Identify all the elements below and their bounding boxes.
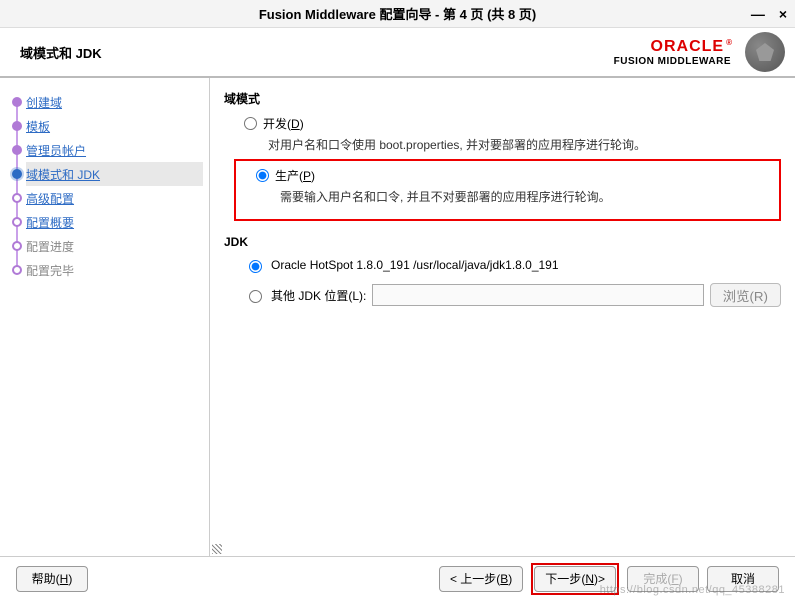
- jdk-heading: JDK: [224, 235, 781, 249]
- step-dot-icon: [12, 241, 22, 251]
- prod-mode-highlight: 生产(P) 需要输入用户名和口令, 并且不对要部署的应用程序进行轮询。: [234, 159, 781, 221]
- step-dot-icon: [12, 265, 22, 275]
- jdk-oracle-label: Oracle HotSpot 1.8.0_191 /usr/local/java…: [271, 258, 559, 272]
- step-dot-icon: [12, 169, 22, 179]
- finish-button[interactable]: 完成(F): [627, 566, 699, 592]
- jdk-other-radio[interactable]: [249, 290, 262, 303]
- dev-mode-desc: 对用户名和口令使用 boot.properties, 并对要部署的应用程序进行轮…: [268, 136, 781, 153]
- sidebar-step-label: 配置完毕: [26, 262, 74, 279]
- prod-mode-desc: 需要输入用户名和口令, 并且不对要部署的应用程序进行轮询。: [280, 188, 771, 205]
- sidebar-step-label[interactable]: 域模式和 JDK: [26, 166, 100, 183]
- sidebar-step-label[interactable]: 创建域: [26, 94, 62, 111]
- sidebar-step-6: 配置进度: [26, 234, 203, 258]
- sidebar-step-label[interactable]: 高级配置: [26, 190, 74, 207]
- step-dot-icon: [12, 217, 22, 227]
- header: 域模式和 JDK ORACLE FUSION MIDDLEWARE: [0, 28, 795, 78]
- jdk-oracle-radio[interactable]: [249, 260, 262, 273]
- prod-mode-label: 生产(P): [275, 167, 315, 184]
- sidebar-step-label[interactable]: 模板: [26, 118, 50, 135]
- window-title: Fusion Middleware 配置向导 - 第 4 页 (共 8 页): [259, 4, 536, 23]
- page-title: 域模式和 JDK: [20, 43, 102, 62]
- sidebar-step-label[interactable]: 管理员帐户: [26, 142, 86, 159]
- close-icon[interactable]: ×: [779, 6, 787, 22]
- sidebar-step-1[interactable]: 模板: [26, 114, 203, 138]
- jdk-path-input[interactable]: [372, 284, 703, 306]
- jdk-other-label: 其他 JDK 位置(L):: [271, 287, 366, 304]
- prod-mode-radio[interactable]: [256, 169, 269, 182]
- step-dot-icon: [12, 193, 22, 203]
- minimize-icon[interactable]: —: [751, 6, 765, 22]
- oracle-logo-icon: [745, 32, 785, 72]
- cancel-button[interactable]: 取消: [707, 566, 779, 592]
- sidebar-step-4[interactable]: 高级配置: [26, 186, 203, 210]
- next-button-highlight: 下一步(N)>: [531, 563, 619, 595]
- dev-mode-label: 开发(D): [263, 115, 304, 132]
- sidebar-step-3[interactable]: 域模式和 JDK: [26, 162, 203, 186]
- sidebar-step-0[interactable]: 创建域: [26, 90, 203, 114]
- step-dot-icon: [12, 121, 22, 131]
- next-button[interactable]: 下一步(N)>: [534, 566, 616, 592]
- titlebar: Fusion Middleware 配置向导 - 第 4 页 (共 8 页) —…: [0, 0, 795, 28]
- oracle-brand: ORACLE FUSION MIDDLEWARE: [614, 38, 731, 67]
- step-dot-icon: [12, 145, 22, 155]
- main-panel: 域模式 开发(D) 对用户名和口令使用 boot.properties, 并对要…: [210, 78, 795, 556]
- domain-mode-heading: 域模式: [224, 90, 781, 107]
- sidebar-step-label[interactable]: 配置概要: [26, 214, 74, 231]
- sidebar-step-7: 配置完毕: [26, 258, 203, 282]
- sidebar: 创建域模板管理员帐户域模式和 JDK 高级配置配置概要配置进度配置完毕: [0, 78, 210, 556]
- step-dot-icon: [12, 97, 22, 107]
- sidebar-step-label: 配置进度: [26, 238, 74, 255]
- footer: 帮助(H) < 上一步(B) 下一步(N)> 完成(F) 取消: [0, 556, 795, 600]
- help-button[interactable]: 帮助(H): [16, 566, 88, 592]
- dev-mode-radio[interactable]: [244, 117, 257, 130]
- sidebar-step-2[interactable]: 管理员帐户: [26, 138, 203, 162]
- back-button[interactable]: < 上一步(B): [439, 566, 523, 592]
- sidebar-step-5[interactable]: 配置概要: [26, 210, 203, 234]
- resize-grip-icon: [212, 544, 222, 554]
- browse-button[interactable]: 浏览(R): [710, 283, 781, 307]
